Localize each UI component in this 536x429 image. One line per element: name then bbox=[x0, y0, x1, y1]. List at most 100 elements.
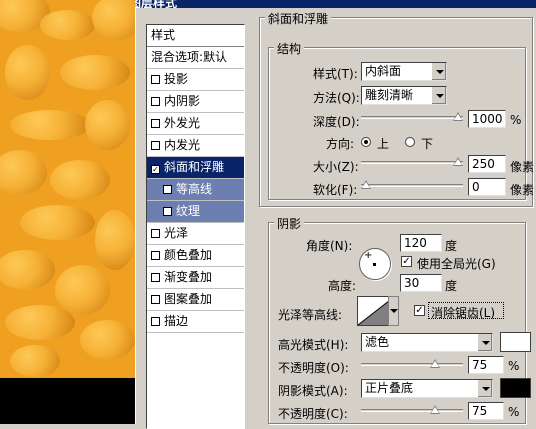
slider-track bbox=[361, 116, 463, 119]
slider-thumb[interactable] bbox=[453, 112, 463, 121]
shadow-mode-label: 阴影模式(A): bbox=[278, 384, 348, 398]
highlight-opacity-input[interactable]: 75 bbox=[468, 356, 504, 374]
shadow-mode-value: 正片叠底 bbox=[365, 381, 414, 395]
window-title: 图层样式 bbox=[135, 0, 178, 8]
shadow-opacity-unit: % bbox=[508, 405, 520, 419]
style-item-color-overlay[interactable]: 颜色叠加 bbox=[147, 245, 244, 267]
shadow-opacity-slider[interactable] bbox=[361, 405, 463, 416]
altitude-label: 高度: bbox=[328, 279, 357, 293]
angle-label: 角度(N): bbox=[306, 239, 353, 253]
direction-down-label[interactable]: 下 bbox=[421, 135, 433, 152]
style-item-pattern-overlay[interactable]: 图案叠加 bbox=[147, 289, 244, 311]
style-item-label: 斜面和浮雕 bbox=[164, 160, 225, 174]
checkbox[interactable] bbox=[151, 141, 160, 150]
chevron-down-icon[interactable] bbox=[477, 334, 492, 351]
altitude-input[interactable]: 30 bbox=[400, 274, 442, 292]
gloss-contour-label: 光泽等高线: bbox=[278, 308, 343, 322]
slider-thumb[interactable] bbox=[361, 180, 371, 189]
chevron-down-icon[interactable] bbox=[477, 380, 492, 397]
preview-background bbox=[0, 378, 135, 424]
slider-thumb[interactable] bbox=[430, 359, 440, 368]
technique-select-value: 雕刻清晰 bbox=[365, 88, 414, 102]
style-item-label: 外发光 bbox=[164, 116, 201, 130]
styles-header[interactable]: 样式 bbox=[147, 25, 244, 47]
style-item-label: 描边 bbox=[164, 314, 189, 328]
depth-unit: % bbox=[510, 113, 522, 127]
size-label: 大小(Z): bbox=[313, 160, 359, 174]
altitude-unit: 度 bbox=[445, 279, 458, 293]
slider-thumb[interactable] bbox=[453, 157, 463, 166]
checkbox[interactable] bbox=[151, 317, 160, 326]
depth-label: 深度(D): bbox=[313, 115, 360, 129]
style-item-satin[interactable]: 光泽 bbox=[147, 223, 244, 245]
light-source-icon: + bbox=[364, 250, 373, 261]
soften-unit: 像素 bbox=[510, 183, 535, 197]
checkbox-checked[interactable]: ✓ bbox=[151, 165, 160, 174]
size-slider[interactable] bbox=[361, 157, 463, 168]
highlight-color-swatch[interactable] bbox=[500, 332, 531, 352]
style-item-inner-shadow[interactable]: 内阴影 bbox=[147, 91, 244, 113]
antialias-label[interactable]: 消除锯齿(L) bbox=[431, 304, 495, 321]
direction-up-radio[interactable] bbox=[361, 137, 371, 147]
structure-title: 结构 bbox=[274, 40, 305, 57]
style-select[interactable]: 内斜面 bbox=[361, 62, 447, 81]
global-light-checkbox[interactable]: ✓ bbox=[401, 256, 412, 267]
antialias-checkbox[interactable]: ✓ bbox=[414, 305, 425, 316]
checkbox[interactable] bbox=[151, 251, 160, 260]
checkbox[interactable] bbox=[151, 295, 160, 304]
depth-slider[interactable] bbox=[361, 112, 463, 123]
highlight-mode-label: 高光模式(H): bbox=[278, 338, 349, 352]
chevron-down-icon[interactable] bbox=[431, 87, 446, 104]
style-item-gradient-overlay[interactable]: 渐变叠加 bbox=[147, 267, 244, 289]
style-item-bevel-emboss[interactable]: ✓ 斜面和浮雕 bbox=[147, 157, 244, 179]
soften-slider[interactable] bbox=[361, 180, 463, 191]
checkbox[interactable] bbox=[151, 229, 160, 238]
highlight-mode-value: 滤色 bbox=[365, 335, 390, 349]
highlight-opacity-unit: % bbox=[508, 359, 520, 373]
direction-up-label[interactable]: 上 bbox=[377, 135, 389, 152]
style-item-contour[interactable]: 等高线 bbox=[147, 179, 244, 201]
checkbox[interactable] bbox=[163, 207, 172, 216]
size-input[interactable]: 250 bbox=[468, 155, 506, 173]
chevron-down-icon[interactable] bbox=[431, 63, 446, 80]
shadow-color-swatch[interactable] bbox=[500, 378, 531, 398]
style-item-label: 投影 bbox=[164, 72, 189, 86]
angle-input[interactable]: 120 bbox=[400, 234, 442, 252]
checkbox[interactable] bbox=[151, 119, 160, 128]
slider-track bbox=[361, 161, 463, 164]
dial-center-icon bbox=[373, 263, 376, 266]
title-bar[interactable]: 图层样式 bbox=[135, 0, 536, 8]
highlight-opacity-label: 不透明度(O): bbox=[278, 361, 349, 375]
technique-select[interactable]: 雕刻清晰 bbox=[361, 86, 447, 105]
blending-options-item[interactable]: 混合选项:默认 bbox=[147, 47, 244, 69]
contour-dropdown-button[interactable] bbox=[388, 296, 399, 326]
highlight-opacity-slider[interactable] bbox=[361, 359, 463, 370]
style-item-outer-glow[interactable]: 外发光 bbox=[147, 113, 244, 135]
direction-label: 方向: bbox=[326, 137, 355, 151]
slider-track bbox=[361, 363, 463, 366]
style-item-drop-shadow[interactable]: 投影 bbox=[147, 69, 244, 91]
checkbox[interactable] bbox=[163, 185, 172, 194]
soften-label: 软化(F): bbox=[313, 183, 358, 197]
direction-down-radio[interactable] bbox=[405, 137, 415, 147]
shadow-mode-select[interactable]: 正片叠底 bbox=[361, 379, 493, 398]
shadow-opacity-input[interactable]: 75 bbox=[468, 402, 504, 420]
style-item-label: 内阴影 bbox=[164, 94, 201, 108]
bevel-emboss-title: 斜面和浮雕 bbox=[265, 10, 332, 27]
global-light-label[interactable]: 使用全局光(G) bbox=[417, 255, 496, 272]
angle-dial[interactable]: + bbox=[359, 248, 391, 280]
checkbox[interactable] bbox=[151, 273, 160, 282]
slider-thumb[interactable] bbox=[430, 405, 440, 414]
checkbox[interactable] bbox=[151, 97, 160, 106]
shadow-opacity-label: 不透明度(C): bbox=[278, 407, 348, 421]
style-label: 样式(T): bbox=[313, 67, 358, 81]
shading-title: 阴影 bbox=[274, 215, 305, 232]
checkbox[interactable] bbox=[151, 75, 160, 84]
style-item-texture[interactable]: 纹理 bbox=[147, 201, 244, 223]
style-item-inner-glow[interactable]: 内发光 bbox=[147, 135, 244, 157]
soften-input[interactable]: 0 bbox=[468, 178, 506, 196]
depth-input[interactable]: 1000 bbox=[468, 110, 506, 128]
style-item-stroke[interactable]: 描边 bbox=[147, 311, 244, 333]
highlight-mode-select[interactable]: 滤色 bbox=[361, 333, 493, 352]
layer-style-dialog: 样式 混合选项:默认 投影 内阴影 外发光 内发光 ✓ 斜面和浮雕 等高线 纹理 … bbox=[135, 8, 536, 429]
